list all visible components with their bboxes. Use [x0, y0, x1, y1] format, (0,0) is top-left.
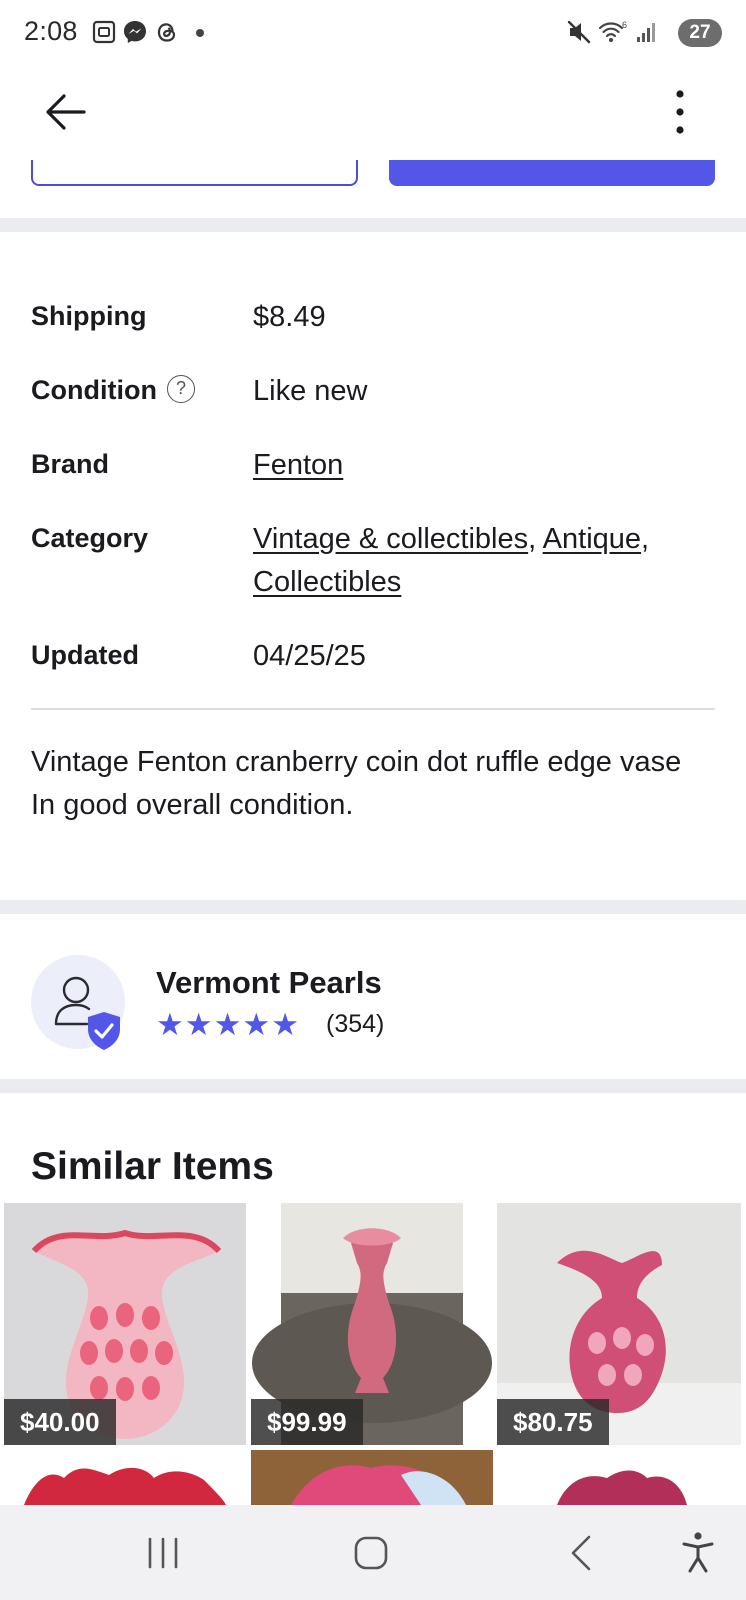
condition-label: Condition [31, 375, 157, 405]
category-value-container: Vintage & collectibles, Antique, Collect… [253, 518, 713, 604]
buy-now-button[interactable] [389, 160, 715, 186]
svg-text:6: 6 [622, 20, 627, 30]
back-button[interactable] [36, 82, 96, 142]
threads-icon [157, 23, 176, 42]
seller-avatar[interactable] [31, 955, 125, 1050]
condition-value: Like new [253, 375, 368, 407]
home-icon [354, 1536, 388, 1570]
more-options-button[interactable] [656, 82, 704, 142]
mute-icon [567, 20, 591, 44]
home-button[interactable] [341, 1525, 401, 1581]
brand-value-container: Fenton [253, 444, 343, 487]
updated-label: Updated [31, 640, 139, 670]
dot-icon [196, 29, 204, 37]
accessibility-icon [682, 1532, 714, 1573]
category-separator: , [641, 523, 650, 555]
category-label: Category [31, 523, 149, 553]
section-divider [0, 1079, 746, 1093]
star-icon: ★ [213, 1007, 242, 1042]
price-tag: $99.99 [251, 1399, 363, 1445]
verified-shield-icon [88, 1012, 120, 1050]
seller-rating-stars: ★★★★★ [156, 1008, 300, 1042]
messenger-icon [124, 21, 146, 43]
review-count[interactable]: (354) [326, 1010, 384, 1039]
brand-link[interactable]: Fenton [253, 449, 343, 481]
recent-apps-button[interactable] [133, 1525, 193, 1581]
updated-value: 04/25/25 [253, 640, 366, 672]
category-link-collectibles[interactable]: Collectibles [253, 566, 401, 598]
arrow-left-icon [46, 94, 86, 130]
signal-icon [637, 23, 655, 42]
category-link-antique[interactable]: Antique [543, 523, 641, 555]
wifi-icon: 6 [598, 20, 627, 42]
shipping-label: Shipping [31, 301, 147, 331]
category-separator: , [528, 523, 537, 555]
star-icon: ★ [156, 1007, 184, 1042]
similar-item-card[interactable]: $40.00 [4, 1203, 246, 1445]
details-divider [31, 708, 715, 710]
status-time: 2:08 [24, 16, 78, 46]
more-vertical-icon [676, 90, 684, 134]
similar-item-card[interactable]: $80.75 [497, 1203, 741, 1445]
category-link-vintage[interactable]: Vintage & collectibles [253, 523, 528, 555]
section-divider [0, 900, 746, 914]
price-tag: $40.00 [4, 1399, 116, 1445]
system-back-button[interactable] [551, 1525, 611, 1581]
item-description: Vintage Fenton cranberry coin dot ruffle… [31, 741, 711, 827]
seller-name[interactable]: Vermont Pearls [156, 965, 382, 1001]
accessibility-button[interactable] [668, 1525, 728, 1581]
brand-label: Brand [31, 449, 110, 479]
similar-item-card[interactable] [4, 1450, 246, 1505]
description-line: In good overall condition. [31, 789, 354, 821]
system-nav-bar [0, 1505, 746, 1600]
similar-item-card[interactable]: $99.99 [251, 1203, 493, 1445]
star-icon: ★ [242, 1007, 271, 1042]
status-bar: 2:08 6 27 [0, 0, 746, 64]
similar-item-card[interactable] [497, 1450, 741, 1505]
vase-image [24, 1467, 226, 1505]
similar-items-title: Similar Items [31, 1145, 274, 1188]
star-icon: ★ [184, 1007, 213, 1042]
star-icon: ★ [271, 1007, 299, 1042]
vase-image [557, 1470, 687, 1505]
battery-indicator: 27 [678, 19, 722, 47]
recent-apps-icon [148, 1537, 178, 1569]
make-offer-button[interactable] [31, 160, 358, 186]
screenshot-icon [92, 20, 116, 44]
app-bar [0, 64, 746, 160]
help-icon[interactable]: ? [167, 375, 195, 403]
shipping-value: $8.49 [253, 301, 326, 333]
description-line: Vintage Fenton cranberry coin dot ruffle… [31, 746, 682, 778]
section-divider [0, 218, 746, 232]
vase-image [251, 1450, 493, 1505]
back-icon [571, 1535, 591, 1571]
price-tag: $80.75 [497, 1399, 609, 1445]
similar-item-card[interactable] [251, 1450, 493, 1505]
